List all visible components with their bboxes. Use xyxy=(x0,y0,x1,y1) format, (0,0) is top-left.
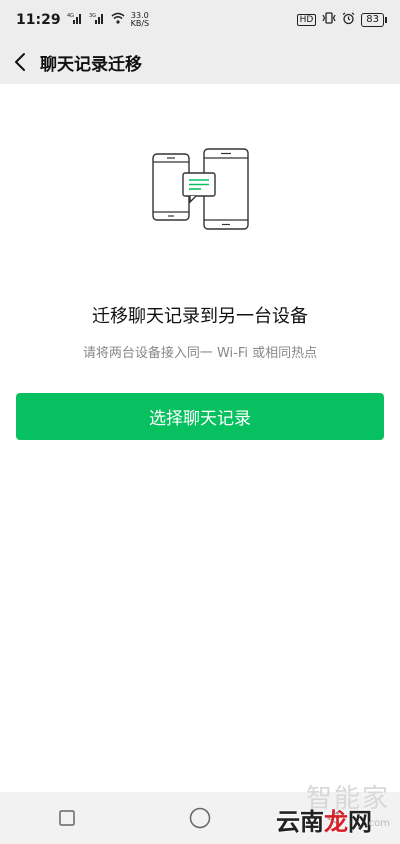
wifi-icon xyxy=(111,12,125,28)
back-button[interactable] xyxy=(0,40,40,84)
system-nav-bar xyxy=(0,792,400,844)
signal2-label: 3G xyxy=(89,13,96,19)
triangle-back-icon xyxy=(327,811,340,825)
hd-badge: HD xyxy=(296,14,317,26)
devices-illustration xyxy=(150,146,250,232)
migrate-subtitle: 请将两台设备接入同一 Wi-Fi 或相同热点 xyxy=(82,346,318,361)
square-icon xyxy=(58,810,75,826)
status-left: 11:29 4G 3G 33.0 KB/S xyxy=(16,12,150,29)
chevron-left-icon xyxy=(15,53,25,71)
signal-icon-2: 3G xyxy=(89,12,105,28)
recent-apps-button[interactable] xyxy=(47,798,87,838)
signal-icon: 4G xyxy=(67,12,83,28)
home-button[interactable] xyxy=(180,798,220,838)
status-bar: 11:29 4G 3G 33.0 KB/S HD 83 xyxy=(0,0,400,40)
header: 聊天记录迁移 xyxy=(0,40,400,84)
signal1-label: 4G xyxy=(67,13,74,19)
migrate-title: 迁移聊天记录到另一台设备 xyxy=(92,306,308,327)
select-chat-history-button[interactable]: 选择聊天记录 xyxy=(16,393,384,440)
status-time: 11:29 xyxy=(16,12,61,28)
net-speed: 33.0 KB/S xyxy=(131,12,150,28)
page-title: 聊天记录迁移 xyxy=(40,54,142,75)
net-speed-unit: KB/S xyxy=(130,19,150,28)
status-right: HD 83 xyxy=(296,12,387,29)
phone-tablet-icon xyxy=(152,148,249,230)
circle-icon xyxy=(189,807,211,829)
alarm-icon xyxy=(342,12,355,29)
back-nav-button[interactable] xyxy=(313,798,353,838)
battery-indicator: 83 xyxy=(361,13,387,27)
vibrate-icon xyxy=(322,12,336,28)
